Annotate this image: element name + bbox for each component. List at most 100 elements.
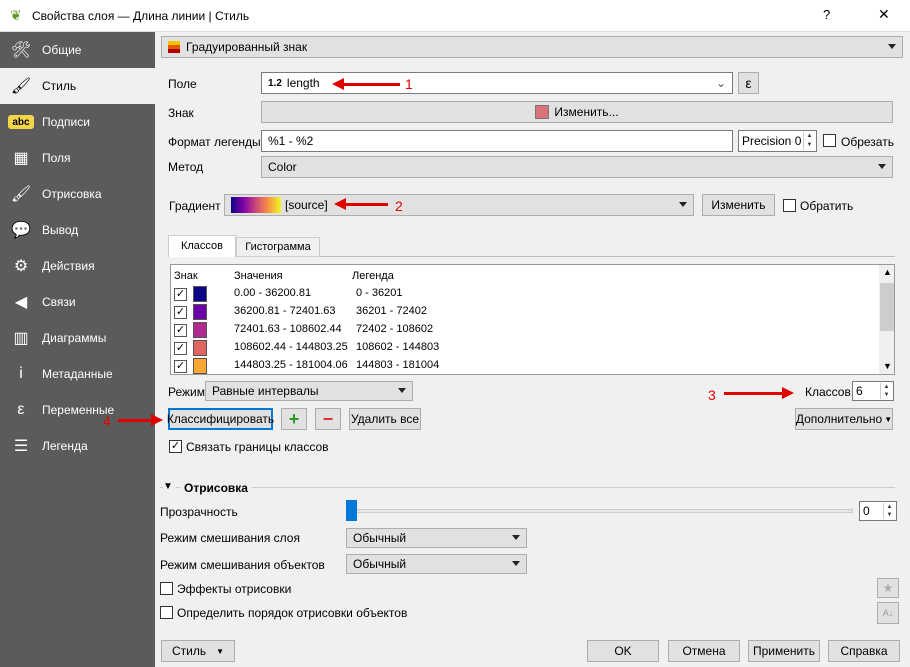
class-legend[interactable]: 36201 - 72402 — [356, 305, 427, 317]
class-values[interactable]: 0.00 - 36200.81 — [234, 287, 311, 299]
sidebar-item[interactable]: ▥ Диаграммы — [0, 320, 155, 356]
sidebar-item[interactable]: abc Подписи — [0, 104, 155, 140]
layer-blend-select[interactable]: Обычный — [346, 528, 527, 548]
effects-label: Эффекты отрисовки — [177, 582, 292, 596]
sidebar-item[interactable]: ◀ Связи — [0, 284, 155, 320]
sidebar-item[interactable]: 🛠 Общие — [0, 32, 155, 68]
classes-spinbox[interactable]: 6 ▲ ▼ — [852, 381, 894, 401]
sidebar-item[interactable]: 🖌 Отрисовка — [0, 176, 155, 212]
class-values[interactable]: 72401.63 - 108602.44 — [234, 323, 342, 335]
table-row[interactable]: ✓ 0.00 - 36200.81 0 - 36201 — [171, 285, 871, 303]
class-color-swatch[interactable] — [193, 304, 207, 320]
opacity-spinbox[interactable]: 0 ▲ ▼ — [859, 501, 897, 521]
legend-format-input[interactable]: %1 - %2 — [261, 130, 733, 152]
class-checkbox[interactable]: ✓ — [174, 360, 187, 373]
chevron-down-icon — [512, 535, 520, 540]
tools-icon: 🛠 — [10, 42, 32, 59]
gradient-value: [source] — [285, 198, 328, 212]
table-row[interactable]: ✓ 36200.81 - 72401.63 36201 - 72402 — [171, 303, 871, 321]
spin-arrows-icon[interactable]: ▲ ▼ — [880, 383, 892, 399]
class-values[interactable]: 144803.25 - 181004.06 — [234, 359, 348, 371]
rendering-section-header[interactable]: Отрисовка — [180, 481, 252, 495]
help-footer-button[interactable]: Справка — [828, 640, 900, 662]
effects-checkbox[interactable] — [160, 582, 173, 595]
delete-all-button[interactable]: Удалить все — [349, 408, 421, 430]
scroll-down-icon[interactable]: ▼ — [883, 361, 892, 371]
class-legend[interactable]: 144803 - 181004 — [356, 359, 439, 371]
class-color-swatch[interactable] — [193, 322, 207, 338]
header-values[interactable]: Значения — [234, 270, 283, 282]
class-legend[interactable]: 0 - 36201 — [356, 287, 402, 299]
class-color-swatch[interactable] — [193, 286, 207, 302]
help-button[interactable]: ? — [823, 7, 830, 22]
close-button[interactable]: ✕ — [878, 6, 890, 23]
opacity-slider-handle[interactable] — [346, 500, 357, 521]
cancel-button[interactable]: Отмена — [668, 640, 740, 662]
collapse-triangle-icon[interactable]: ▼ — [163, 481, 176, 492]
field-value: length — [286, 76, 320, 90]
symbol-change-button[interactable]: Изменить... — [261, 101, 893, 123]
apply-button[interactable]: Применить — [748, 640, 820, 662]
sidebar-item[interactable]: ▦ Поля — [0, 140, 155, 176]
sidebar-item-label: Подписи — [42, 115, 90, 129]
table-scrollbar[interactable]: ▲ ▼ — [879, 265, 894, 374]
sort-az-icon: A↓ — [882, 608, 894, 618]
table-row[interactable]: ✓ 144803.25 - 181004.06 144803 - 181004 — [171, 357, 871, 374]
class-color-swatch[interactable] — [193, 358, 207, 374]
scroll-thumb[interactable] — [880, 283, 894, 331]
link-bounds-checkbox[interactable]: ✓ — [169, 440, 182, 453]
trim-checkbox[interactable] — [823, 134, 836, 147]
sidebar-item[interactable]: 🖌 Стиль — [0, 68, 155, 104]
symbol-change-label: Изменить... — [554, 105, 619, 119]
classify-button[interactable]: Классифицировать — [167, 408, 274, 430]
class-legend[interactable]: 72402 - 108602 — [356, 323, 433, 335]
mode-select[interactable]: Равные интервалы — [205, 381, 413, 401]
epsilon-icon: ε — [745, 75, 752, 91]
classes-count-value: 6 — [856, 384, 863, 398]
invert-checkbox[interactable] — [783, 199, 796, 212]
epsilon-icon: ε — [17, 401, 25, 418]
class-checkbox[interactable]: ✓ — [174, 306, 187, 319]
tab-histogram[interactable]: Гистограмма — [236, 237, 320, 257]
renderer-select[interactable]: Градуированный знак — [161, 36, 903, 58]
class-checkbox[interactable]: ✓ — [174, 342, 187, 355]
precision-spinbox[interactable]: Precision 0 ▲ ▼ — [738, 130, 817, 152]
class-checkbox[interactable]: ✓ — [174, 324, 187, 337]
gradient-change-button[interactable]: Изменить — [702, 194, 775, 216]
class-legend[interactable]: 108602 - 144803 — [356, 341, 439, 353]
sidebar-item[interactable]: 💬 Вывод — [0, 212, 155, 248]
add-class-button[interactable]: + — [281, 408, 307, 430]
sidebar-item[interactable]: ☰ Легенда — [0, 428, 155, 464]
feature-blend-select[interactable]: Обычный — [346, 554, 527, 574]
layer-blend-value: Обычный — [353, 531, 407, 545]
scroll-up-icon[interactable]: ▲ — [883, 267, 892, 277]
class-values[interactable]: 108602.44 - 144803.25 — [234, 341, 348, 353]
tab-classes[interactable]: Классов — [168, 235, 236, 257]
table-row[interactable]: ✓ 72401.63 - 108602.44 72402 - 108602 — [171, 321, 871, 339]
advanced-button[interactable]: Дополнительно ▼ — [795, 408, 893, 430]
opacity-slider[interactable] — [346, 509, 853, 513]
effects-button[interactable]: ★ — [877, 578, 899, 598]
feature-order-checkbox[interactable] — [160, 606, 173, 619]
annotation-label-2: 2 — [395, 198, 403, 214]
header-symbol[interactable]: Знак — [174, 270, 198, 282]
feature-order-button[interactable]: A↓ — [877, 602, 899, 624]
arrowhead-icon — [151, 414, 163, 426]
table-row[interactable]: ✓ 108602.44 - 144803.25 108602 - 144803 — [171, 339, 871, 357]
sidebar-item[interactable]: ⚙ Действия — [0, 248, 155, 284]
class-checkbox[interactable]: ✓ — [174, 288, 187, 301]
class-color-swatch[interactable] — [193, 340, 207, 356]
style-menu-button[interactable]: Стиль ▼ — [161, 640, 235, 662]
expression-button[interactable]: ε — [738, 72, 759, 94]
method-select[interactable]: Color — [261, 156, 893, 178]
spin-arrows-icon[interactable]: ▲ ▼ — [883, 503, 895, 519]
sidebar-item[interactable]: i Метаданные — [0, 356, 155, 392]
spin-arrows-icon[interactable]: ▲ ▼ — [803, 132, 815, 150]
header-legend[interactable]: Легенда — [352, 270, 394, 282]
ok-button[interactable]: OK — [587, 640, 659, 662]
gradient-select[interactable]: [source] — [224, 194, 694, 216]
remove-class-button[interactable]: − — [315, 408, 341, 430]
sidebar-item[interactable]: ε Переменные — [0, 392, 155, 428]
class-values[interactable]: 36200.81 - 72401.63 — [234, 305, 336, 317]
annotation-arrow-4 — [118, 419, 153, 422]
